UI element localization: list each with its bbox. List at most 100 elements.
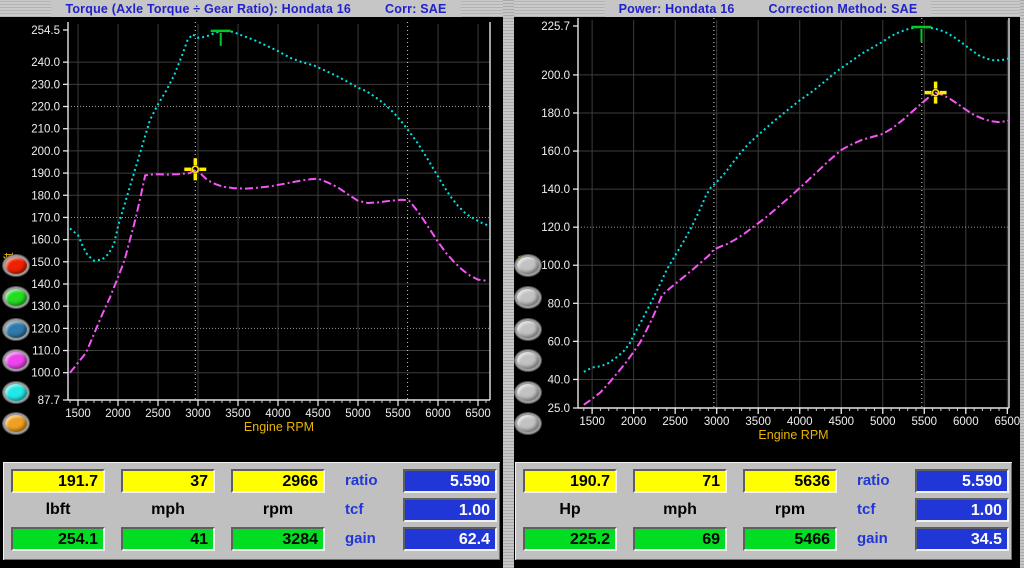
trace-button-gray[interactable] <box>515 350 541 371</box>
svg-text:110.0: 110.0 <box>32 346 60 358</box>
gain-value: 34.5 <box>915 527 1009 551</box>
torque-unit-label: lbft <box>11 498 105 522</box>
svg-text:6000: 6000 <box>953 416 979 428</box>
svg-text:4000: 4000 <box>787 416 813 428</box>
svg-text:4000: 4000 <box>265 408 291 420</box>
svg-text:240.0: 240.0 <box>31 57 60 69</box>
torque-chart[interactable]: 254.5 240.0 230.0 220.0 210.0 200.0 190.0 180.0… <box>0 17 512 461</box>
svg-text:150.0: 150.0 <box>31 257 60 269</box>
trace-button-red[interactable] <box>3 255 29 276</box>
svg-text:254.5: 254.5 <box>31 25 60 37</box>
svg-text:170.0: 170.0 <box>31 212 60 224</box>
trace-button-magenta[interactable] <box>3 350 29 371</box>
svg-text:40.0: 40.0 <box>548 374 570 386</box>
gain-value: 62.4 <box>403 527 497 551</box>
trace-button-green[interactable] <box>3 287 29 308</box>
cursor-torque-value: 191.7 <box>11 469 105 493</box>
trace-button-gray[interactable] <box>515 287 541 308</box>
svg-text:5500: 5500 <box>911 416 937 428</box>
torque-panel: Torque (Axle Torque ÷ Gear Ratio): Honda… <box>0 0 512 568</box>
power-panel: Power: Hondata 16 Correction Method: SAE… <box>512 0 1024 568</box>
power-titlebar: Power: Hondata 16 Correction Method: SAE <box>512 0 1024 17</box>
svg-text:180.0: 180.0 <box>541 108 570 120</box>
speed-unit-label: mph <box>633 498 727 522</box>
trace-button-gray[interactable] <box>515 413 541 434</box>
svg-text:5000: 5000 <box>870 416 896 428</box>
svg-text:2000: 2000 <box>105 408 131 420</box>
cursor-speed-value: 71 <box>633 469 727 493</box>
svg-text:3500: 3500 <box>745 416 771 428</box>
ratio-value: 5.590 <box>403 469 497 493</box>
peak-rpm-value: 5466 <box>743 527 837 551</box>
power-unit-label: Hp <box>523 498 617 522</box>
svg-text:2500: 2500 <box>662 416 688 428</box>
svg-text:87.7: 87.7 <box>38 395 60 407</box>
gain-label: gain <box>857 527 909 551</box>
cursor-power-value: 190.7 <box>523 469 617 493</box>
trace-button-cyan[interactable] <box>3 382 29 403</box>
power-readout-panel: 190.7 71 5636 Hp mph rpm 225.2 69 5466 r… <box>514 461 1013 561</box>
tcf-label: tcf <box>857 498 909 522</box>
peak-rpm-value: 3284 <box>231 527 325 551</box>
panel-divider <box>503 0 514 568</box>
svg-text:190.0: 190.0 <box>31 168 60 180</box>
ratio-label: ratio <box>857 469 909 493</box>
svg-text:160.0: 160.0 <box>31 235 60 247</box>
svg-text:3000: 3000 <box>185 408 211 420</box>
ratio-label: ratio <box>345 469 397 493</box>
svg-text:80.0: 80.0 <box>548 298 570 310</box>
power-title: Power: Hondata 16 <box>619 2 735 16</box>
peak-power-value: 225.2 <box>523 527 617 551</box>
svg-text:25.0: 25.0 <box>548 403 570 415</box>
cursor-rpm-value: 2966 <box>231 469 325 493</box>
gain-label: gain <box>345 527 397 551</box>
tcf-value: 1.00 <box>915 498 1009 522</box>
power-chart[interactable]: 225.7200.0180.0160.0140.0120.0100.080.06… <box>512 17 1024 461</box>
power-correction-label: Correction Method: SAE <box>769 2 918 16</box>
svg-text:120.0: 120.0 <box>31 323 60 335</box>
svg-text:2000: 2000 <box>621 416 647 428</box>
svg-text:220.0: 220.0 <box>31 102 60 114</box>
torque-title: Torque (Axle Torque ÷ Gear Ratio): Honda… <box>65 2 351 16</box>
rpm-unit-label: rpm <box>743 498 837 522</box>
peak-speed-value: 69 <box>633 527 727 551</box>
torque-correction-label: Corr: SAE <box>385 2 447 16</box>
svg-text:225.7: 225.7 <box>541 21 570 33</box>
svg-text:3000: 3000 <box>704 416 730 428</box>
rpm-unit-label: rpm <box>231 498 325 522</box>
svg-text:3500: 3500 <box>225 408 251 420</box>
torque-readout-panel: 191.7 37 2966 lbft mph rpm 254.1 41 3284… <box>2 461 501 561</box>
torque-title-wrap: Torque (Axle Torque ÷ Gear Ratio): Honda… <box>51 0 460 17</box>
power-title-wrap: Power: Hondata 16 Correction Method: SAE <box>605 0 932 17</box>
dyno-app: { "left": { "title": "Torque (Axle Torqu… <box>0 0 1024 568</box>
torque-titlebar: Torque (Axle Torque ÷ Gear Ratio): Honda… <box>0 0 512 17</box>
trace-button-gray[interactable] <box>515 382 541 403</box>
svg-text:Engine RPM: Engine RPM <box>758 428 828 442</box>
cursor-rpm-value: 5636 <box>743 469 837 493</box>
svg-text:200.0: 200.0 <box>31 146 60 158</box>
ratio-value: 5.590 <box>915 469 1009 493</box>
svg-text:230.0: 230.0 <box>31 79 60 91</box>
svg-text:160.0: 160.0 <box>541 146 570 158</box>
tcf-value: 1.00 <box>403 498 497 522</box>
svg-text:200.0: 200.0 <box>541 70 570 82</box>
trace-button-gray[interactable] <box>515 255 541 276</box>
svg-text:Engine RPM: Engine RPM <box>244 420 314 434</box>
tcf-label: tcf <box>345 498 397 522</box>
trace-button-blue[interactable] <box>3 319 29 340</box>
svg-text:100.0: 100.0 <box>541 260 570 272</box>
svg-text:5000: 5000 <box>345 408 371 420</box>
trace-button-gray[interactable] <box>515 319 541 340</box>
svg-text:210.0: 210.0 <box>31 124 60 136</box>
speed-unit-label: mph <box>121 498 215 522</box>
svg-text:180.0: 180.0 <box>31 190 60 202</box>
svg-text:4500: 4500 <box>305 408 331 420</box>
svg-text:4500: 4500 <box>828 416 854 428</box>
cursor-speed-value: 37 <box>121 469 215 493</box>
svg-text:1500: 1500 <box>579 416 605 428</box>
peak-torque-value: 254.1 <box>11 527 105 551</box>
svg-text:6500: 6500 <box>465 408 491 420</box>
trace-button-orange[interactable] <box>3 413 29 434</box>
svg-text:140.0: 140.0 <box>31 279 60 291</box>
svg-text:120.0: 120.0 <box>541 222 570 234</box>
